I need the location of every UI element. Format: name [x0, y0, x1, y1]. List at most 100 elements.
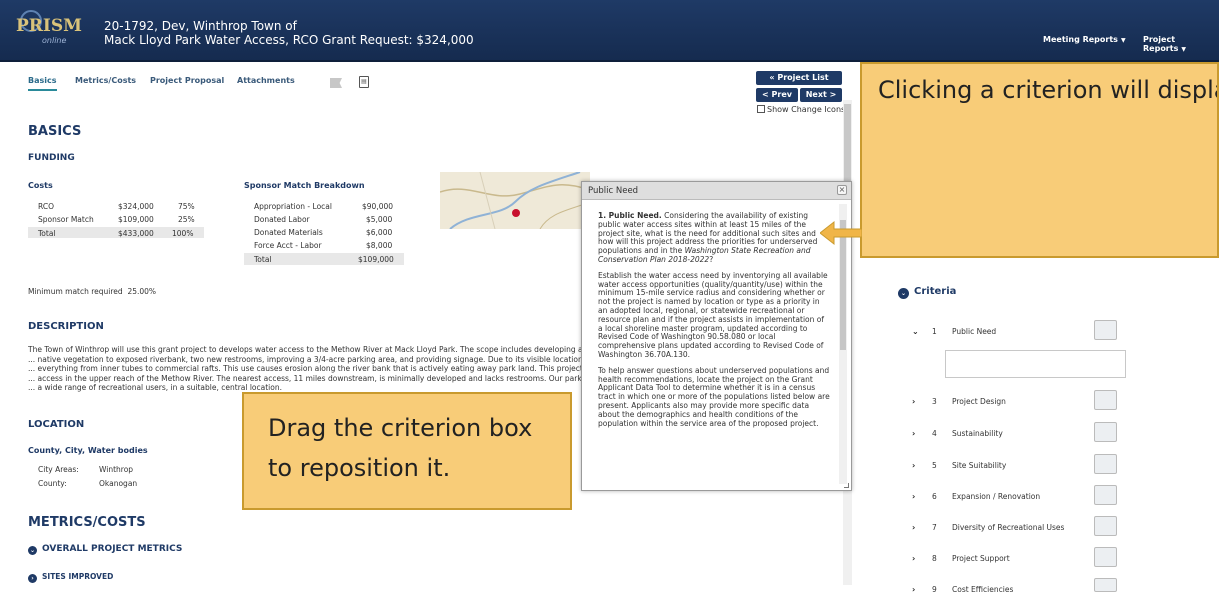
criterion-number: 9 — [932, 585, 937, 594]
cost-pct: 25% — [178, 215, 195, 224]
tab-project-proposal[interactable]: Project Proposal — [150, 76, 224, 85]
criterion-score-box[interactable] — [1094, 454, 1117, 474]
tab-basics[interactable]: Basics — [28, 76, 57, 91]
criterion-name: Expansion / Renovation — [952, 492, 1041, 501]
callout-click-criterion: Clicking a criterion will display the qu… — [860, 62, 1219, 258]
cost-pct: 100% — [172, 229, 194, 238]
next-button[interactable]: Next > — [800, 88, 842, 102]
basics-heading: BASICS — [28, 124, 82, 139]
chevron-right-circle-icon: › — [28, 574, 37, 583]
cost-amount: $433,000 — [118, 229, 154, 238]
tab-attachments[interactable]: Attachments — [237, 76, 295, 85]
criterion-number: 7 — [932, 523, 937, 532]
chevron-down-circle-icon: ⌄ — [28, 546, 37, 555]
costs-heading: Costs — [28, 181, 53, 190]
callout-drag-criterion: Drag the criterion box to reposition it. — [242, 392, 572, 510]
criterion-score-box[interactable] — [1094, 547, 1117, 567]
description-text: The Town of Winthrop will use this grant… — [28, 345, 583, 392]
cost-label: RCO — [38, 202, 54, 211]
match-label: Appropriation - Local — [254, 202, 332, 211]
city-value: Winthrop — [99, 465, 134, 474]
criterion-score-box[interactable] — [1094, 390, 1117, 410]
flag-icon[interactable] — [330, 78, 342, 88]
resize-handle-icon[interactable] — [844, 483, 849, 488]
criterion-comment-input[interactable] — [945, 350, 1126, 378]
chevron-right-icon: › — [912, 461, 916, 470]
pdf-icon[interactable]: ▤ — [359, 76, 369, 88]
popup-paragraph: 1. Public Need. Considering the availabi… — [598, 212, 830, 265]
criterion-score-box[interactable] — [1094, 516, 1117, 536]
location-heading: LOCATION — [28, 419, 85, 430]
match-amount: $6,000 — [366, 228, 393, 237]
criterion-number: 3 — [932, 397, 937, 406]
show-change-icons-checkbox[interactable]: Show Change Icons — [757, 105, 845, 114]
menu-meeting-reports-label: Meeting Reports — [1043, 35, 1118, 44]
sites-improved-toggle[interactable]: › SITES IMPROVED — [28, 572, 113, 583]
criterion-number: 5 — [932, 461, 937, 470]
min-match-label: Minimum match required — [28, 287, 123, 296]
prism-logo[interactable]: PRISM online — [16, 10, 82, 46]
project-title-line1: 20-1792, Dev, Winthrop Town of — [104, 19, 297, 33]
sites-improved-label: SITES IMPROVED — [42, 572, 114, 581]
menu-project-reports[interactable]: Project Reports ▼ — [1143, 35, 1219, 53]
min-match: Minimum match required 25.00% — [28, 287, 156, 296]
criterion-score-box[interactable] — [1094, 578, 1117, 592]
show-change-icons-label: Show Change Icons — [767, 105, 846, 114]
chevron-right-icon: › — [912, 492, 916, 501]
menu-project-reports-label: Project Reports — [1143, 35, 1179, 53]
criteria-toggle[interactable]: ⌄ Criteria — [898, 286, 956, 299]
cost-pct: 75% — [178, 202, 195, 211]
match-amount: $90,000 — [362, 202, 394, 211]
map-roads — [440, 172, 590, 229]
criterion-score-box[interactable] — [1094, 485, 1117, 505]
criterion-name: Cost Efficiencies — [952, 585, 1014, 594]
criterion-score-box[interactable] — [1094, 320, 1117, 340]
overall-metrics-label: OVERALL PROJECT METRICS — [42, 544, 183, 554]
match-amount: $5,000 — [366, 215, 393, 224]
criterion-name: Diversity of Recreational Uses — [952, 523, 1065, 532]
prev-button[interactable]: < Prev — [756, 88, 798, 102]
match-label: Donated Materials — [254, 228, 323, 237]
project-title: 20-1792, Dev, Winthrop Town of Mack Lloy… — [104, 19, 474, 47]
chevron-right-icon: › — [912, 554, 916, 563]
criterion-score-box[interactable] — [1094, 422, 1117, 442]
project-title-line2: Mack Lloyd Park Water Access, RCO Grant … — [104, 33, 474, 47]
sponsor-match-heading: Sponsor Match Breakdown — [244, 181, 365, 190]
logo-text: PRISM — [16, 16, 82, 36]
caret-down-icon: ▼ — [1181, 46, 1186, 53]
close-icon[interactable]: × — [837, 185, 847, 195]
criterion-number: 6 — [932, 492, 937, 501]
checkbox-icon[interactable] — [757, 105, 765, 113]
popup-header[interactable]: Public Need × — [582, 182, 851, 200]
callout-arrow-icon — [820, 220, 862, 246]
funding-heading: FUNDING — [28, 153, 75, 163]
overall-metrics-toggle[interactable]: ⌄ OVERALL PROJECT METRICS — [28, 544, 182, 555]
metrics-heading: METRICS/COSTS — [28, 515, 146, 530]
chevron-right-icon: › — [912, 585, 916, 594]
popup-paragraph: To help answer questions about underserv… — [598, 365, 830, 428]
tab-metrics-costs[interactable]: Metrics/Costs — [75, 76, 136, 85]
popup-title: Public Need — [588, 186, 639, 196]
chevron-right-icon: › — [912, 523, 916, 532]
chevron-down-circle-icon: ⌄ — [898, 288, 909, 299]
criterion-name: Public Need — [952, 327, 997, 336]
criterion-name: Site Suitability — [952, 461, 1007, 470]
public-need-popup[interactable]: Public Need × 1. Public Need. Considerin… — [581, 181, 852, 491]
description-heading: DESCRIPTION — [28, 321, 104, 332]
location-map[interactable] — [440, 172, 590, 229]
criterion-name: Project Support — [952, 554, 1010, 563]
project-list-button[interactable]: « Project List — [756, 71, 842, 85]
criteria-label: Criteria — [914, 286, 957, 297]
chevron-right-icon: › — [912, 429, 916, 438]
cost-label: Total — [38, 229, 56, 238]
popup-question-end: ? — [709, 254, 714, 264]
map-pin-icon[interactable] — [512, 209, 520, 217]
chevron-right-icon: › — [912, 397, 916, 406]
match-label: Force Acct - Labor — [254, 241, 322, 250]
cost-label: Sponsor Match — [38, 215, 94, 224]
match-amount: $109,000 — [358, 255, 394, 264]
popup-question-number: 1. Public Need. — [598, 212, 662, 220]
top-bar: PRISM online 20-1792, Dev, Winthrop Town… — [0, 0, 1219, 62]
match-label: Donated Labor — [254, 215, 310, 224]
menu-meeting-reports[interactable]: Meeting Reports ▼ — [1043, 35, 1126, 44]
